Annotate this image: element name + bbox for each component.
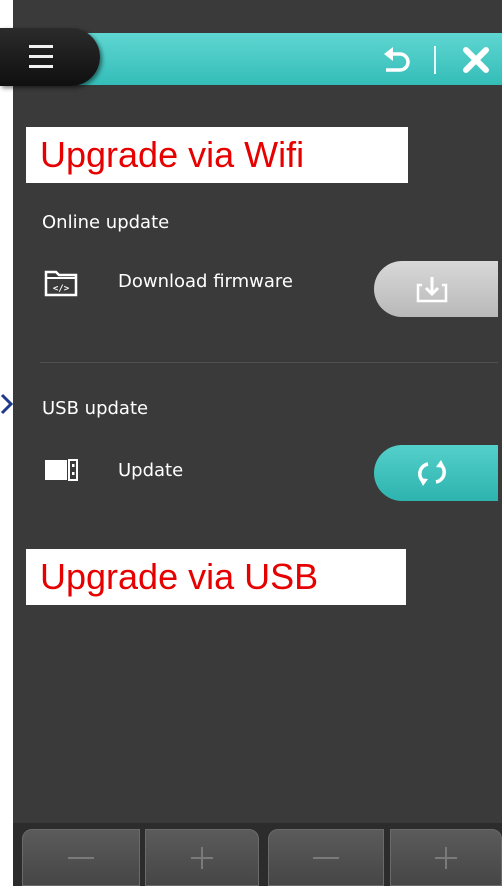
menu-button[interactable] <box>0 28 100 86</box>
undo-arrow-icon[interactable] <box>376 42 416 82</box>
svg-text:</>: </> <box>53 284 70 294</box>
usb-update-label: Update <box>118 460 184 481</box>
section-divider <box>40 362 498 363</box>
download-firmware-label: Download firmware <box>118 271 293 292</box>
plus-icon <box>435 846 457 869</box>
plus-button-1[interactable] <box>145 829 259 886</box>
download-tray-icon <box>416 277 448 303</box>
minus-button-2[interactable] <box>268 829 384 886</box>
minus-icon <box>313 856 339 859</box>
header-divider <box>434 46 436 74</box>
minus-button-1[interactable] <box>22 829 140 886</box>
usb-update-button[interactable] <box>374 445 498 501</box>
annotation-upgrade-wifi: Upgrade via Wifi <box>26 127 408 183</box>
refresh-arrows-icon <box>418 460 446 486</box>
download-firmware-button[interactable] <box>374 261 498 317</box>
usb-drive-icon <box>45 459 78 481</box>
plus-icon <box>191 846 213 869</box>
close-x-icon[interactable] <box>458 42 494 78</box>
chevron-right-icon <box>0 393 14 415</box>
usb-update-title: USB update <box>42 398 149 419</box>
header-bar <box>30 33 502 85</box>
online-update-title: Online update <box>42 212 170 233</box>
folder-code-icon: </> <box>44 270 78 297</box>
minus-icon <box>68 856 94 859</box>
plus-button-2[interactable] <box>390 829 502 886</box>
annotation-upgrade-usb: Upgrade via USB <box>26 549 406 605</box>
